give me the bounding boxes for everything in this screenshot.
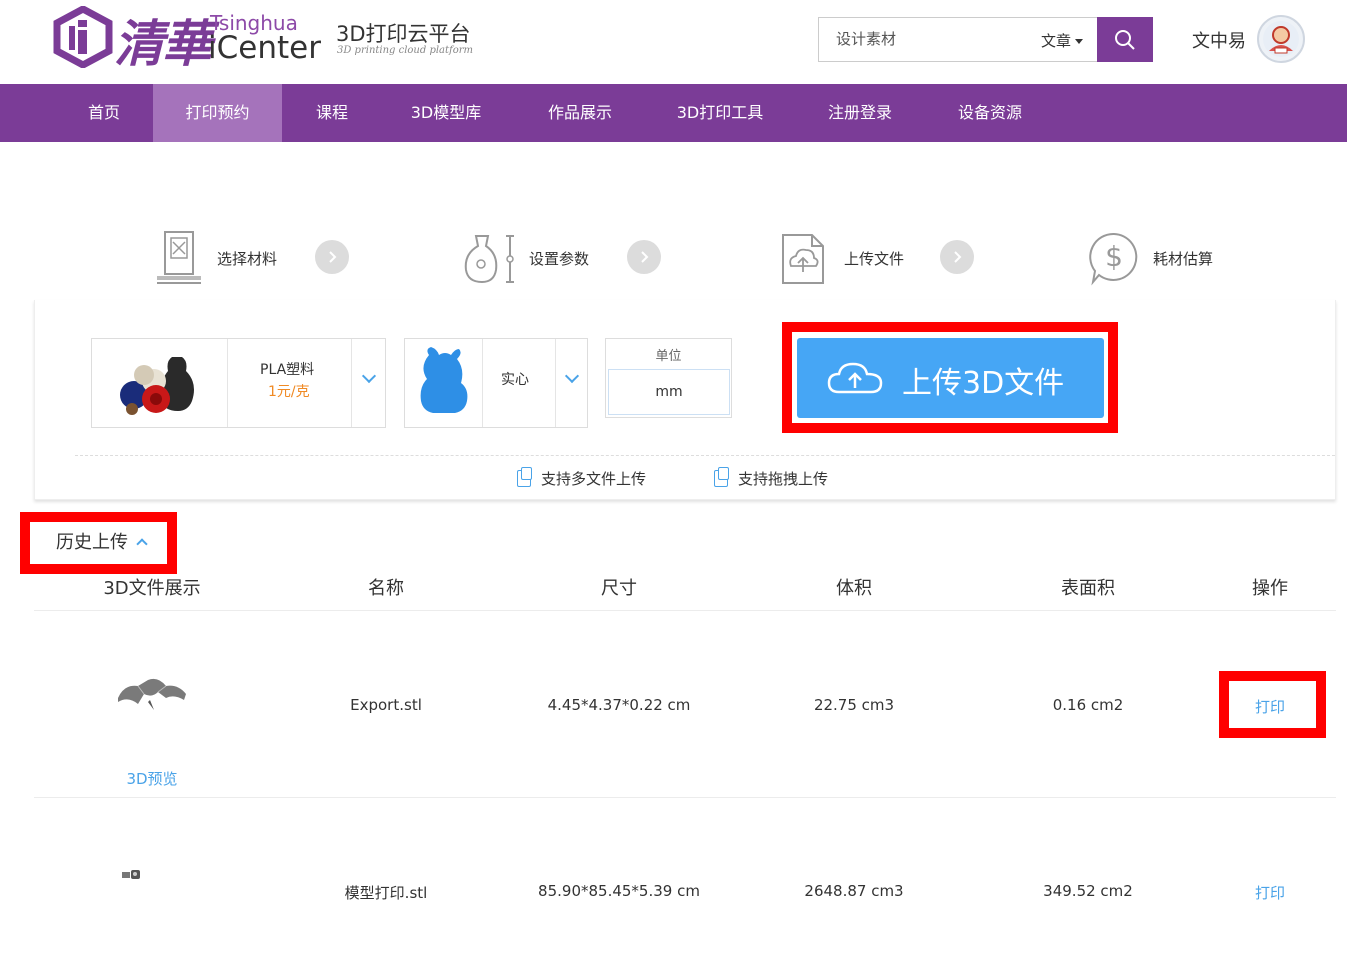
model-thumbnail[interactable] xyxy=(120,867,142,881)
divider xyxy=(75,455,1335,456)
material-select[interactable]: PLA塑料 1元/克 xyxy=(91,338,386,428)
vase-icon xyxy=(464,235,514,284)
file-upload-icon xyxy=(782,234,824,284)
file-volume: 2648.87 cm3 xyxy=(804,882,904,900)
caret-down-icon xyxy=(1075,39,1084,44)
material-sample-image xyxy=(120,357,194,415)
fill-type: 实心 xyxy=(501,372,529,388)
file-size: 4.45*4.37*0.22 cm xyxy=(547,696,691,714)
support-drag-label: 支持拖拽上传 xyxy=(738,470,829,488)
copy-file-icon xyxy=(714,467,729,487)
nav-item-model-library[interactable]: 3D模型库 xyxy=(396,84,496,142)
nav-item-print-booking[interactable]: 打印预约 xyxy=(153,84,282,142)
icenter-logo-icon xyxy=(53,6,113,68)
model-thumbnail[interactable] xyxy=(114,672,190,714)
step-label-set-params: 设置参数 xyxy=(529,250,590,268)
history-toggle-label: 历史上传 xyxy=(56,532,128,553)
process-steps: 选择材料 设置参数 上传文件 $ 耗材估算 xyxy=(0,220,1347,300)
search-button[interactable] xyxy=(1097,17,1153,62)
nav-item-courses[interactable]: 课程 xyxy=(292,84,372,142)
avatar[interactable] xyxy=(1257,15,1305,63)
col-header-surface-area: 表面积 xyxy=(1061,578,1115,599)
history-table: 3D文件展示 名称 尺寸 体积 表面积 操作 Export.stl 4.45*4… xyxy=(34,562,1336,954)
file-volume: 22.75 cm3 xyxy=(813,696,895,714)
nav-item-print-tools[interactable]: 3D打印工具 xyxy=(660,84,780,142)
step-set-params: 设置参数 xyxy=(462,220,672,290)
logo-chinese-text: 清華 xyxy=(114,14,212,73)
file-surface-area: 0.16 cm2 xyxy=(1052,696,1124,714)
file-size: 85.90*85.45*5.39 cm xyxy=(538,882,700,900)
step-label-estimate: 耗材估算 xyxy=(1153,250,1214,268)
chevron-down-icon[interactable] xyxy=(361,368,377,384)
printer-icon xyxy=(157,231,201,284)
search-icon xyxy=(1115,29,1135,50)
chevron-right-icon xyxy=(315,240,349,274)
username[interactable]: 文中易 xyxy=(1192,27,1246,53)
col-header-action: 操作 xyxy=(1252,578,1288,599)
col-header-3d-preview: 3D文件展示 xyxy=(103,578,201,599)
print-link[interactable]: 打印 xyxy=(1255,696,1285,717)
logo-icenter-text: iCenter xyxy=(208,30,321,66)
material-name: PLA塑料 xyxy=(260,362,315,378)
platform-title: 3D打印云平台 xyxy=(336,22,471,46)
support-drag-upload: 支持拖拽上传 xyxy=(714,467,829,489)
chevron-down-icon[interactable] xyxy=(564,368,580,384)
history-toggle[interactable]: 历史上传 xyxy=(34,524,164,562)
copy-file-icon xyxy=(517,467,532,487)
file-surface-area: 349.52 cm2 xyxy=(1043,882,1133,900)
nav-item-home[interactable]: 首页 xyxy=(64,84,144,142)
fill-image xyxy=(405,339,483,427)
3d-preview-link[interactable]: 3D预览 xyxy=(126,768,177,789)
step-estimate: $ 耗材估算 xyxy=(1087,220,1247,290)
nav-item-showcase[interactable]: 作品展示 xyxy=(530,84,630,142)
file-name: Export.stl xyxy=(350,696,422,714)
material-image xyxy=(92,339,228,427)
fill-select[interactable]: 实心 xyxy=(404,338,588,428)
main-nav: 首页 打印预约 课程 3D模型库 作品展示 3D打印工具 注册登录 设备资源 xyxy=(0,84,1347,142)
unit-label: 单位 xyxy=(655,349,682,364)
unit-select[interactable]: 单位 mm xyxy=(605,338,732,418)
search-type-dropdown[interactable]: 文章 xyxy=(1041,30,1084,51)
upload-3d-file-button[interactable]: 上传3D文件 xyxy=(797,338,1104,418)
file-name: 模型打印.stl xyxy=(344,884,428,902)
chevron-up-icon xyxy=(136,538,148,550)
upload-panel: PLA塑料 1元/克 实心 单位 mm 上传3D文件 支持多文件上传 支持拖拽上… xyxy=(34,300,1336,500)
unit-field[interactable]: mm xyxy=(608,369,730,415)
chevron-right-icon xyxy=(627,240,661,274)
nav-item-register-login[interactable]: 注册登录 xyxy=(810,84,910,142)
search-type-label: 文章 xyxy=(1041,32,1072,50)
step-label-select-material: 选择材料 xyxy=(217,250,278,268)
svg-text:$: $ xyxy=(1105,240,1123,273)
print-link[interactable]: 打印 xyxy=(1255,882,1285,903)
material-price: 1元/克 xyxy=(268,384,310,400)
col-header-name: 名称 xyxy=(368,578,404,599)
platform-subtitle: 3D printing cloud platform xyxy=(337,45,474,56)
cloud-upload-icon xyxy=(827,362,883,394)
dollar-icon: $ xyxy=(1089,232,1138,286)
upload-button-label: 上传3D文件 xyxy=(902,366,1065,401)
col-header-volume: 体积 xyxy=(836,578,872,599)
search-box: 文章 xyxy=(818,17,1098,62)
search-input[interactable] xyxy=(836,30,1026,48)
step-upload-file: 上传文件 xyxy=(780,220,980,290)
col-header-size: 尺寸 xyxy=(601,578,637,599)
user-avatar-icon xyxy=(1263,21,1299,57)
step-select-material: 选择材料 xyxy=(155,220,355,290)
support-multi-upload: 支持多文件上传 xyxy=(517,467,647,489)
step-label-upload-file: 上传文件 xyxy=(844,250,905,268)
support-multi-label: 支持多文件上传 xyxy=(541,470,647,488)
nav-item-equipment[interactable]: 设备资源 xyxy=(940,84,1040,142)
solid-fill-icon xyxy=(420,347,468,413)
chevron-right-icon xyxy=(940,240,974,274)
header: 清華 Tsinghua iCenter 3D打印云平台 3D printing … xyxy=(0,0,1347,84)
